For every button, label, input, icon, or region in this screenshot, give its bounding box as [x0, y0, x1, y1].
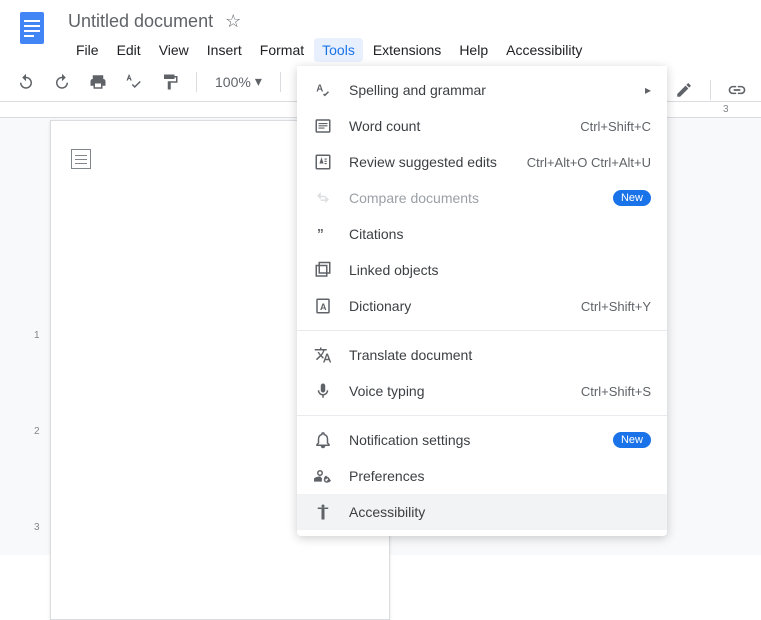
- review-icon: [313, 152, 333, 172]
- submenu-arrow-icon: ▸: [645, 83, 651, 97]
- menu-item-voice-typing[interactable]: Voice typing Ctrl+Shift+S: [297, 373, 667, 409]
- menu-item-word-count[interactable]: Word count Ctrl+Shift+C: [297, 108, 667, 144]
- shortcut-label: Ctrl+Alt+O Ctrl+Alt+U: [527, 155, 651, 170]
- menu-item-review-suggested-edits[interactable]: Review suggested edits Ctrl+Alt+O Ctrl+Al…: [297, 144, 667, 180]
- compare-icon: [313, 188, 333, 208]
- menu-item-spelling-and-grammar[interactable]: A Spelling and grammar ▸: [297, 72, 667, 108]
- menu-extensions[interactable]: Extensions: [365, 38, 449, 62]
- redo-button[interactable]: [48, 68, 76, 96]
- star-icon[interactable]: ☆: [225, 11, 241, 32]
- menu-separator: [297, 330, 667, 331]
- menu-item-translate-document[interactable]: Translate document: [297, 337, 667, 373]
- menu-item-label: Review suggested edits: [349, 154, 511, 170]
- menu-item-compare-documents: Compare documents New: [297, 180, 667, 216]
- accessibility-icon: [313, 502, 333, 522]
- vertical-ruler[interactable]: 1 2 3: [30, 120, 50, 555]
- svg-text:”: ”: [317, 227, 324, 242]
- menu-item-accessibility[interactable]: Accessibility: [297, 494, 667, 530]
- menu-item-label: Citations: [349, 226, 651, 242]
- svg-text:A: A: [320, 302, 327, 312]
- menu-help[interactable]: Help: [451, 38, 496, 62]
- shortcut-label: Ctrl+Shift+S: [581, 384, 651, 399]
- menu-item-citations[interactable]: ” Citations: [297, 216, 667, 252]
- header: Untitled document ☆ FileEditViewInsertFo…: [0, 0, 761, 62]
- menu-item-label: Compare documents: [349, 190, 597, 206]
- separator: [196, 72, 197, 92]
- menu-item-label: Translate document: [349, 347, 651, 363]
- outline-icon[interactable]: [71, 149, 91, 169]
- chevron-down-icon: ▾: [255, 73, 262, 90]
- voice-icon: [313, 381, 333, 401]
- shortcut-label: Ctrl+Shift+Y: [581, 299, 651, 314]
- svg-text:A: A: [316, 84, 323, 95]
- tools-dropdown: A Spelling and grammar ▸ Word count Ctrl+Shi…: [297, 66, 667, 536]
- wordcount-icon: [313, 116, 333, 136]
- zoom-select[interactable]: 100%▾: [209, 73, 268, 90]
- separator: [280, 72, 281, 92]
- menu-item-preferences[interactable]: Preferences: [297, 458, 667, 494]
- menu-view[interactable]: View: [151, 38, 197, 62]
- ruler-tick: 3: [34, 522, 40, 533]
- menu-item-label: Word count: [349, 118, 564, 134]
- zoom-label: 100%: [215, 74, 251, 90]
- citations-icon: ”: [313, 224, 333, 244]
- linked-icon: [313, 260, 333, 280]
- spellcheck-icon: A: [313, 80, 333, 100]
- dictionary-icon: A: [313, 296, 333, 316]
- docs-logo[interactable]: [12, 8, 52, 48]
- menu-separator: [297, 415, 667, 416]
- menu-item-notification-settings[interactable]: Notification settings New: [297, 422, 667, 458]
- menu-item-label: Notification settings: [349, 432, 597, 448]
- edit-mode-button[interactable]: [670, 76, 698, 104]
- menubar: FileEditViewInsertFormatToolsExtensionsH…: [68, 38, 749, 62]
- menu-tools[interactable]: Tools: [314, 38, 363, 62]
- menu-item-label: Accessibility: [349, 504, 651, 520]
- paint-format-button[interactable]: [156, 68, 184, 96]
- print-button[interactable]: [84, 68, 112, 96]
- document-title[interactable]: Untitled document: [68, 11, 213, 32]
- link-button[interactable]: [723, 76, 751, 104]
- menu-item-label: Dictionary: [349, 298, 565, 314]
- undo-button[interactable]: [12, 68, 40, 96]
- ruler-tick: 1: [34, 330, 40, 341]
- shortcut-label: Ctrl+Shift+C: [580, 119, 651, 134]
- translate-icon: [313, 345, 333, 365]
- menu-item-label: Preferences: [349, 468, 651, 484]
- prefs-icon: [313, 466, 333, 486]
- menu-accessibility[interactable]: Accessibility: [498, 38, 590, 62]
- menu-item-label: Spelling and grammar: [349, 82, 629, 98]
- spellcheck-button[interactable]: [120, 68, 148, 96]
- separator: [710, 80, 711, 100]
- ruler-tick: 3: [723, 104, 729, 115]
- menu-format[interactable]: Format: [252, 38, 312, 62]
- new-badge: New: [613, 432, 651, 448]
- menu-item-label: Voice typing: [349, 383, 565, 399]
- bell-icon: [313, 430, 333, 450]
- new-badge: New: [613, 190, 651, 206]
- menu-item-label: Linked objects: [349, 262, 651, 278]
- menu-item-linked-objects[interactable]: Linked objects: [297, 252, 667, 288]
- ruler-tick: 2: [34, 426, 40, 437]
- menu-item-dictionary[interactable]: A Dictionary Ctrl+Shift+Y: [297, 288, 667, 324]
- menu-insert[interactable]: Insert: [199, 38, 250, 62]
- menu-file[interactable]: File: [68, 38, 107, 62]
- menu-edit[interactable]: Edit: [109, 38, 149, 62]
